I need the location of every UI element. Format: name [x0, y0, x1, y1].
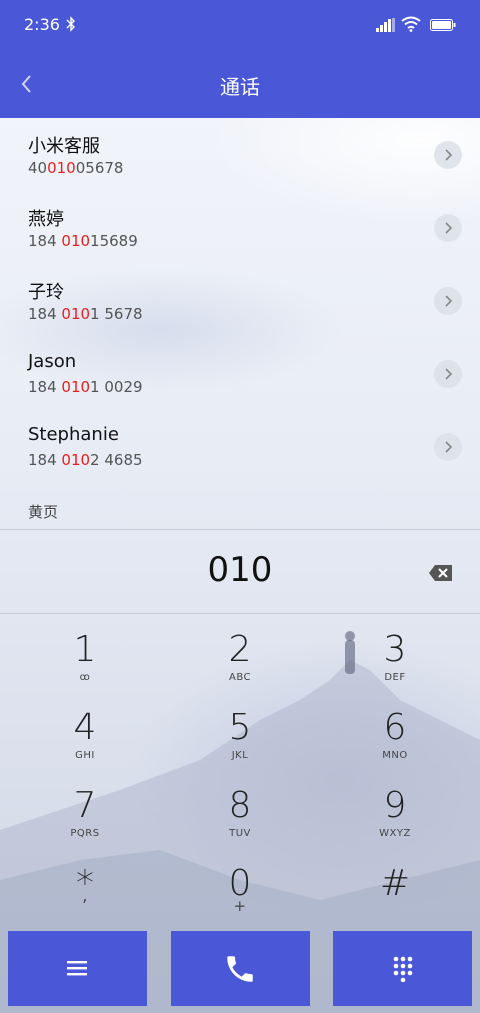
key-letters: DEF	[384, 672, 406, 683]
status-time: 2:36	[24, 15, 60, 34]
page-title: 通话	[220, 75, 260, 99]
key-star[interactable]: * ,	[25, 854, 145, 932]
dialpad-icon	[393, 956, 413, 982]
key-1[interactable]: 1 ꝏ	[25, 620, 145, 698]
contact-number: 4001005678	[28, 159, 124, 177]
contact-name: 子玲	[28, 282, 64, 303]
key-digit: 4	[73, 707, 97, 748]
menu-icon	[67, 961, 87, 976]
contact-detail-button[interactable]	[434, 433, 462, 461]
key-letters: ,	[82, 886, 88, 905]
menu-button[interactable]	[8, 931, 147, 1006]
contact-number: 184 0101 5678	[28, 305, 143, 323]
status-bar: 2:36	[0, 0, 480, 52]
chevron-right-icon	[445, 368, 453, 380]
phone-icon	[227, 956, 253, 982]
key-digit: 5	[228, 707, 252, 748]
contact-detail-button[interactable]	[434, 214, 462, 242]
contact-number: 184 0102 4685	[28, 451, 143, 469]
backspace-icon[interactable]	[428, 563, 454, 583]
key-letters: PQRS	[70, 828, 100, 839]
contact-number: 184 0101 0029	[28, 378, 143, 396]
divider	[0, 613, 480, 614]
contact-row[interactable]: Stephanie 184 0102 4685	[0, 410, 480, 483]
key-digit: 7	[73, 785, 97, 826]
app-header: 通话	[0, 52, 480, 118]
battery-icon	[430, 19, 456, 31]
chevron-right-icon	[445, 295, 453, 307]
contact-name: 燕婷	[28, 209, 64, 230]
contact-detail-button[interactable]	[434, 360, 462, 388]
contact-row[interactable]: 子玲 184 0101 5678	[0, 264, 480, 337]
key-9[interactable]: 9 WXYZ	[335, 776, 455, 854]
key-letters: WXYZ	[379, 828, 411, 839]
yellow-pages-label: 黄页	[28, 503, 59, 521]
voicemail-icon: ꝏ	[79, 672, 91, 683]
key-letters: GHI	[75, 750, 95, 761]
key-digit: 6	[383, 707, 407, 748]
key-letters: TUV	[229, 828, 251, 839]
key-digit: 8	[228, 785, 252, 826]
key-letters: +	[233, 897, 247, 915]
contact-detail-button[interactable]	[434, 141, 462, 169]
key-letters: JKL	[231, 750, 249, 761]
key-6[interactable]: 6 MNO	[335, 698, 455, 776]
key-letters: ABC	[228, 672, 251, 683]
key-digit: 3	[383, 629, 407, 670]
key-0[interactable]: 0 +	[180, 854, 300, 932]
divider	[0, 529, 480, 530]
key-3[interactable]: 3 DEF	[335, 620, 455, 698]
key-7[interactable]: 7 PQRS	[25, 776, 145, 854]
key-digit: 1	[73, 629, 97, 670]
contact-detail-button[interactable]	[434, 287, 462, 315]
call-button[interactable]	[171, 931, 310, 1006]
chevron-right-icon	[445, 441, 453, 453]
dialpad-toggle-button[interactable]	[333, 931, 472, 1006]
key-digit: 9	[383, 785, 407, 826]
contact-row[interactable]: Jason 184 0101 0029	[0, 337, 480, 410]
bluetooth-icon	[66, 16, 75, 32]
contact-number: 184 01015689	[28, 232, 138, 250]
contact-list: 小米客服 4001005678 燕婷 184 01015689 子玲 184 0…	[0, 118, 480, 483]
signal-icon	[376, 18, 395, 32]
contact-row[interactable]: 燕婷 184 01015689	[0, 191, 480, 264]
key-letters: MNO	[382, 750, 408, 761]
key-2[interactable]: 2 ABC	[180, 620, 300, 698]
key-5[interactable]: 5 JKL	[180, 698, 300, 776]
dialer-action-bar	[0, 931, 480, 1006]
key-8[interactable]: 8 TUV	[180, 776, 300, 854]
contact-name: Jason	[28, 351, 77, 372]
contact-name: 小米客服	[28, 136, 100, 157]
chevron-right-icon	[445, 222, 453, 234]
contact-row[interactable]: 小米客服 4001005678	[0, 118, 480, 191]
key-4[interactable]: 4 GHI	[25, 698, 145, 776]
key-hash[interactable]: #	[335, 854, 455, 932]
dial-input-display: 010	[207, 550, 273, 590]
contact-name: Stephanie	[28, 424, 119, 445]
key-digit: 2	[228, 629, 252, 670]
key-digit: #	[379, 863, 411, 904]
wifi-icon	[401, 16, 421, 32]
chevron-right-icon	[445, 149, 453, 161]
